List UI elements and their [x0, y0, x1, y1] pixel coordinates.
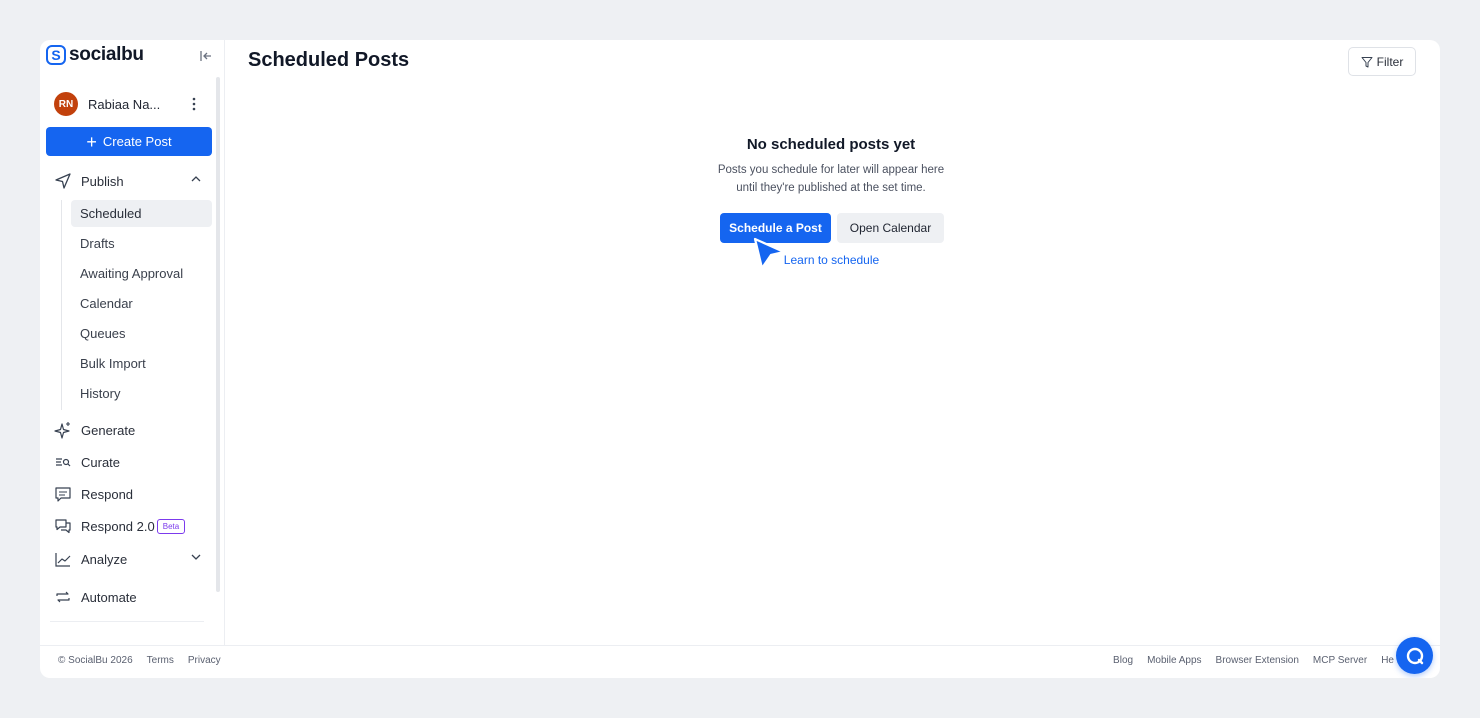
filter-button[interactable]: Filter: [1348, 47, 1416, 76]
empty-state-title: No scheduled posts yet: [746, 136, 916, 153]
sparkle-icon: [54, 421, 72, 439]
send-icon: [54, 172, 72, 190]
sidebar-item-drafts[interactable]: Drafts: [71, 230, 212, 257]
sidebar-item-respond[interactable]: Respond: [54, 482, 202, 506]
repeat-icon: [54, 588, 72, 606]
curate-icon: [54, 453, 72, 471]
support-chat-button[interactable]: [1396, 637, 1433, 674]
page-title: Scheduled Posts: [248, 49, 410, 71]
open-calendar-button[interactable]: Open Calendar: [837, 213, 944, 243]
sidebar-item-publish[interactable]: Publish: [54, 169, 202, 193]
chevron-up-icon: [190, 173, 202, 188]
sidebar-divider: [50, 621, 204, 622]
sidebar-item-scheduled[interactable]: Scheduled: [71, 200, 212, 227]
more-options-icon[interactable]: [184, 94, 204, 114]
sidebar-item-awaiting-approval[interactable]: Awaiting Approval: [71, 260, 212, 287]
footer-links: Blog Mobile Apps Browser Extension MCP S…: [1113, 655, 1394, 666]
mcp-server-link[interactable]: MCP Server: [1313, 655, 1367, 666]
privacy-link[interactable]: Privacy: [188, 655, 221, 666]
filter-label: Filter: [1376, 54, 1404, 69]
sidebar-item-bulk-import[interactable]: Bulk Import: [71, 350, 212, 377]
copyright-text: © SocialBu 2026: [58, 655, 133, 666]
submenu-guide: [61, 200, 62, 410]
sidebar-item-calendar[interactable]: Calendar: [71, 290, 212, 317]
chevron-down-icon: [190, 551, 202, 566]
sidebar-item-label: Analyze: [81, 551, 128, 567]
sidebar-item-history[interactable]: History: [71, 380, 212, 407]
beta-badge: Beta: [156, 518, 186, 534]
footer-left: © SocialBu 2026 Terms Privacy: [58, 655, 221, 666]
user-menu[interactable]: RN Rabiaa Na...: [54, 92, 204, 116]
avatar: RN: [54, 92, 78, 116]
sidebar-item-automate[interactable]: Automate: [54, 585, 202, 609]
sidebar-item-curate[interactable]: Curate: [54, 450, 202, 474]
sidebar-item-label: Curate: [81, 454, 121, 470]
empty-state-description: Posts you schedule for later will appear…: [631, 161, 1031, 197]
brand-name: socialbu: [69, 44, 144, 65]
message-icon: [54, 485, 72, 503]
help-link[interactable]: He: [1381, 655, 1394, 666]
empty-state-line: Posts you schedule for later will appear…: [717, 164, 945, 176]
footer: © SocialBu 2026 Terms Privacy Blog Mobil…: [40, 645, 1440, 678]
sidebar-scrollbar[interactable]: [216, 77, 220, 592]
chat-bubble-icon: [1406, 647, 1423, 664]
browser-extension-link[interactable]: Browser Extension: [1216, 655, 1299, 666]
sidebar-item-analyze[interactable]: Analyze: [54, 547, 202, 571]
pointer-cursor-icon: [753, 237, 786, 270]
mobile-apps-link[interactable]: Mobile Apps: [1147, 655, 1201, 666]
sidebar-item-label: Respond 2.0: [81, 518, 155, 534]
sidebar-item-label: Generate: [81, 422, 136, 438]
empty-state-line: until they're published at the set time.: [736, 182, 926, 194]
terms-link[interactable]: Terms: [147, 655, 174, 666]
sidebar: S socialbu RN Rabiaa Na... + Create Post…: [40, 40, 225, 645]
collapse-sidebar-icon[interactable]: [196, 46, 216, 66]
sidebar-item-label: Automate: [81, 589, 137, 605]
sidebar-item-label: Publish: [81, 173, 124, 189]
app-window: S socialbu RN Rabiaa Na... + Create Post…: [40, 40, 1440, 678]
sidebar-item-queues[interactable]: Queues: [71, 320, 212, 347]
filter-icon: [1361, 56, 1373, 67]
blog-link[interactable]: Blog: [1113, 655, 1133, 666]
sidebar-item-label: Respond: [81, 486, 134, 502]
sidebar-item-respond-2[interactable]: Respond 2.0 Beta: [54, 514, 202, 538]
chart-icon: [54, 550, 72, 568]
chat-icon: [54, 517, 72, 535]
create-post-button[interactable]: + Create Post: [46, 127, 212, 156]
plus-icon: +: [86, 131, 97, 152]
logo-icon: S: [46, 45, 66, 65]
user-name: Rabiaa Na...: [88, 96, 161, 112]
sidebar-item-generate[interactable]: Generate: [54, 418, 202, 442]
brand-logo[interactable]: S socialbu: [46, 43, 216, 67]
create-post-label: Create Post: [102, 134, 172, 149]
